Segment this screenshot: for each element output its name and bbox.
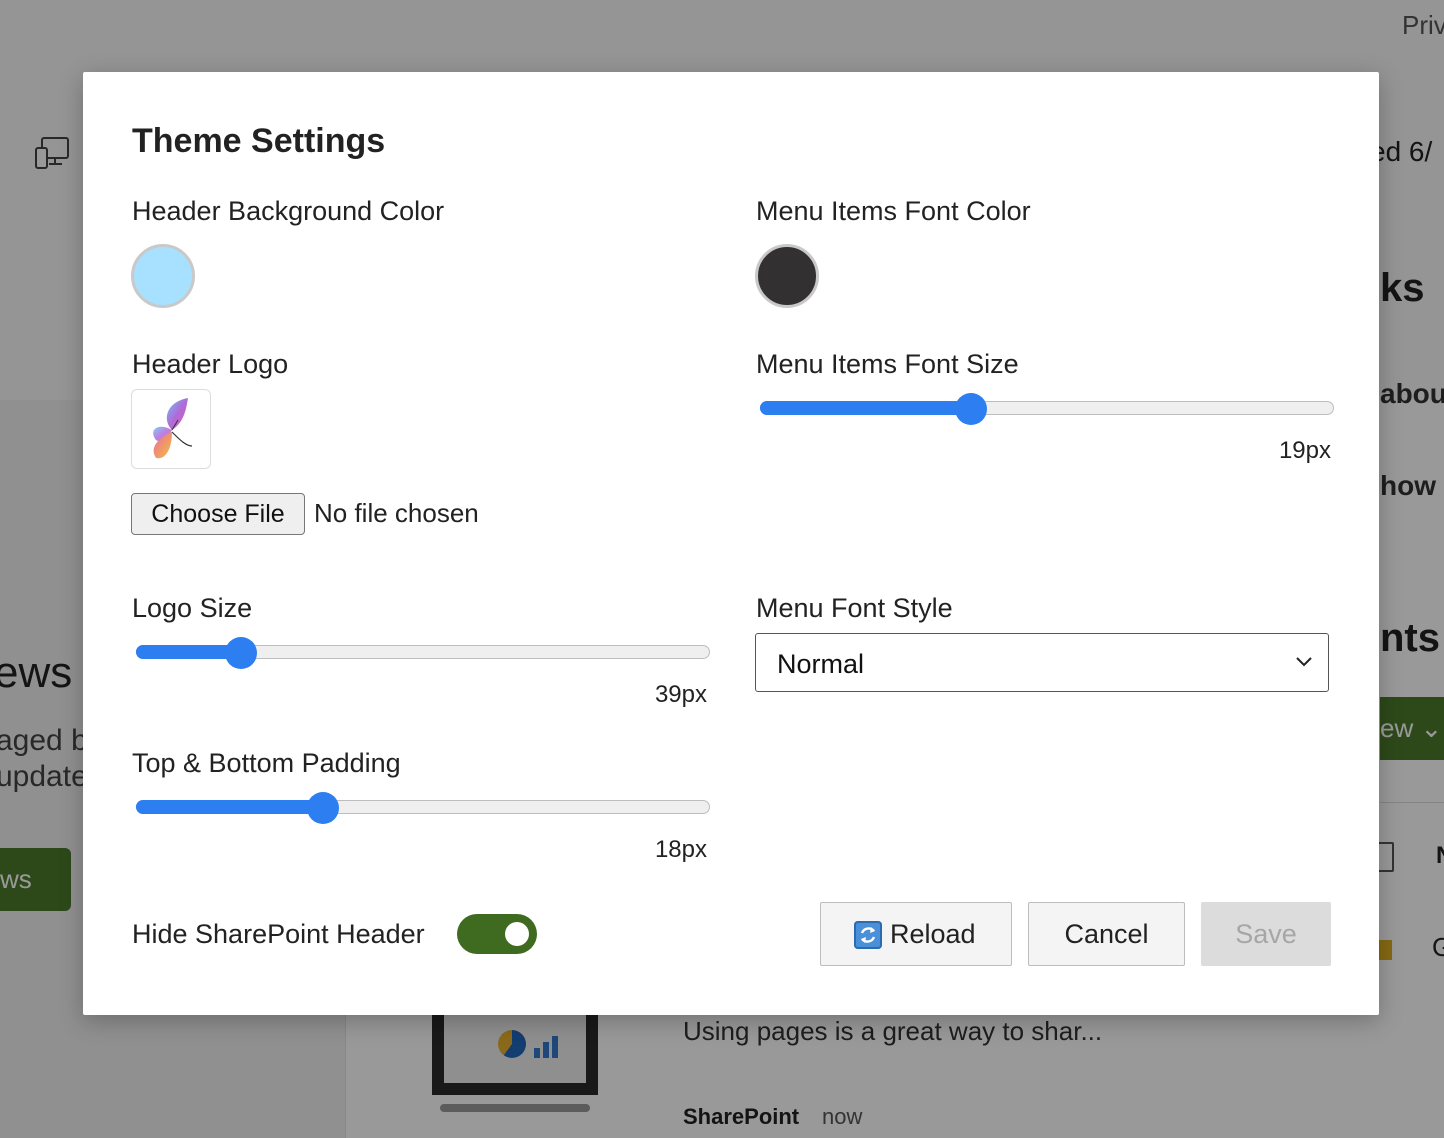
theme-settings-dialog: Theme Settings Header Background Color M… <box>83 72 1379 1015</box>
slider-thumb[interactable] <box>306 792 339 824</box>
reload-button[interactable]: Reload <box>820 902 1012 966</box>
menu-font-style-label: Menu Font Style <box>756 593 953 623</box>
logo-size-value: 39px <box>654 681 707 708</box>
reload-icon <box>854 921 882 949</box>
menu-font-style-value: Normal <box>777 649 865 679</box>
cancel-button[interactable]: Cancel <box>1028 902 1185 966</box>
menu-font-color-swatch[interactable] <box>755 244 819 308</box>
menu-font-size-label: Menu Items Font Size <box>756 349 1019 379</box>
padding-value: 18px <box>654 836 707 863</box>
file-status-text: No file chosen <box>314 498 479 528</box>
slider-thumb[interactable] <box>225 637 258 669</box>
padding-label: Top & Bottom Padding <box>132 748 401 778</box>
choose-file-button[interactable]: Choose File <box>131 493 305 535</box>
slider-thumb[interactable] <box>955 393 988 425</box>
menu-font-size-value: 19px <box>1278 437 1331 464</box>
menu-font-color-label: Menu Items Font Color <box>756 196 1031 226</box>
reload-label: Reload <box>890 919 976 949</box>
butterfly-logo-icon <box>153 398 193 459</box>
padding-slider[interactable] <box>136 792 710 824</box>
header-logo-label: Header Logo <box>132 349 289 379</box>
dialog-title: Theme Settings <box>132 122 386 160</box>
header-bg-color-swatch[interactable] <box>131 244 195 308</box>
menu-font-style-select[interactable]: Normal <box>755 633 1329 692</box>
header-bg-color-label: Header Background Color <box>132 196 445 226</box>
save-label: Save <box>1235 919 1297 949</box>
cancel-label: Cancel <box>1064 919 1149 949</box>
slider-fill <box>760 401 972 415</box>
toggle-knob <box>505 922 529 946</box>
slider-fill <box>136 800 323 814</box>
chevron-down-icon <box>1296 657 1312 667</box>
hide-header-toggle[interactable] <box>457 914 537 954</box>
hide-header-label: Hide SharePoint Header <box>132 919 425 949</box>
header-logo-preview <box>131 389 211 469</box>
save-button[interactable]: Save <box>1201 902 1331 966</box>
menu-font-size-slider[interactable] <box>760 393 1334 425</box>
logo-size-label: Logo Size <box>132 593 253 623</box>
logo-size-slider[interactable] <box>136 637 710 669</box>
